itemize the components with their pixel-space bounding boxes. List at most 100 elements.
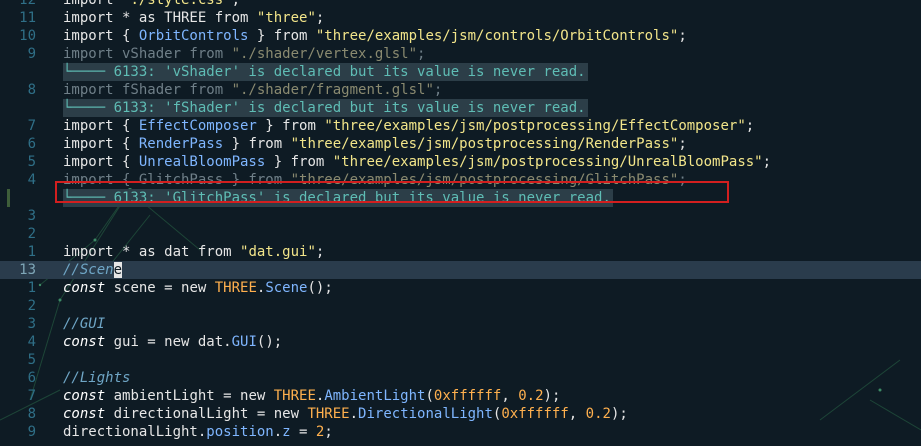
code-text: import * as THREE from "three"; xyxy=(63,9,324,27)
code-token: "./style.css" xyxy=(122,0,232,8)
line-number: 7 xyxy=(27,388,36,404)
code-token: 0.2 xyxy=(585,406,611,422)
diagnostic-line[interactable]: └──── 6133: 'fShader' is declared but it… xyxy=(0,99,921,117)
code-token: "./shader/fragment.glsl" xyxy=(231,82,434,98)
code-token: const xyxy=(63,334,106,350)
code-line[interactable]: 4 const gui = new dat.GUI(); xyxy=(0,333,921,351)
code-line[interactable]: 9 import vShader from "./shader/vertex.gl… xyxy=(0,45,921,63)
line-number: 12 xyxy=(19,0,36,8)
line-number: 3 xyxy=(27,208,36,224)
line-number: 7 xyxy=(27,118,36,134)
code-token: (); xyxy=(307,280,333,296)
code-line[interactable]: 5 xyxy=(0,351,921,369)
code-line[interactable]: 3 xyxy=(0,207,921,225)
code-token: const xyxy=(63,406,106,422)
code-token: 0.2 xyxy=(518,388,544,404)
code-token: import vShader from xyxy=(63,46,232,62)
code-token: DirectionalLight xyxy=(358,406,493,422)
code-text: import { UnrealBloomPass } from "three/e… xyxy=(63,153,771,171)
code-token: AmbientLight xyxy=(324,388,426,404)
code-line[interactable]: 5 import { UnrealBloomPass } from "three/… xyxy=(0,153,921,171)
code-token: . xyxy=(349,406,359,422)
code-token: ; xyxy=(678,136,687,152)
line-number: 4 xyxy=(27,334,36,350)
code-token: import xyxy=(63,0,123,8)
line-number: 9 xyxy=(27,46,36,62)
code-text: import { RenderPass } from "three/exampl… xyxy=(63,135,687,153)
code-token: "three/examples/jsm/postprocessing/Unrea… xyxy=(332,154,763,170)
code-line[interactable]: 6 //Lights xyxy=(0,369,921,387)
code-text: const directionalLight = new THREE.Direc… xyxy=(63,405,628,423)
code-line[interactable]: 2 xyxy=(0,297,921,315)
line-number: 1 xyxy=(27,280,36,296)
git-change-marker xyxy=(7,189,10,207)
code-line[interactable]: 8 const directionalLight = new THREE.Dire… xyxy=(0,405,921,423)
code-text: //Scene xyxy=(63,261,123,279)
code-line[interactable]: 2 xyxy=(0,225,921,243)
code-token: ; xyxy=(762,154,772,170)
code-token: ); xyxy=(543,388,561,404)
code-text: //Lights xyxy=(63,369,130,387)
code-token: import { xyxy=(63,154,139,170)
code-token: import * as dat from xyxy=(63,244,241,260)
code-token: UnrealBloomPass xyxy=(138,154,266,170)
code-token: ; xyxy=(678,28,687,44)
code-line[interactable]: 3 //GUI xyxy=(0,315,921,333)
code-token: ( xyxy=(425,388,434,404)
code-line[interactable]: 12 import "./style.css"; xyxy=(0,0,921,9)
code-line[interactable]: 7 import { EffectComposer } from "three/e… xyxy=(0,117,921,135)
code-token: import fShader from xyxy=(63,82,232,98)
code-text: directionalLight.position.z = 2; xyxy=(63,423,333,441)
code-token: gui = new dat. xyxy=(105,334,232,350)
code-token: "dat.gui" xyxy=(240,244,316,260)
line-number: 2 xyxy=(27,226,36,242)
code-token: //Lights xyxy=(63,370,131,386)
code-token: "three/examples/jsm/postprocessing/Rende… xyxy=(290,136,679,152)
line-number: 11 xyxy=(19,10,36,26)
code-text: const gui = new dat.GUI(); xyxy=(63,333,282,351)
code-token: EffectComposer xyxy=(138,118,257,134)
code-token: import * as THREE from xyxy=(63,10,257,26)
code-token: THREE xyxy=(214,280,257,296)
code-token: } from xyxy=(265,154,333,170)
code-token: ; xyxy=(324,424,333,440)
code-line[interactable]: 11 import * as THREE from "three"; xyxy=(0,9,921,27)
code-token: ambientLight = new xyxy=(105,388,274,404)
code-token: GUI xyxy=(231,334,257,350)
code-token: "three" xyxy=(256,10,316,26)
line-number: 2 xyxy=(27,298,36,314)
line-number: 10 xyxy=(19,28,36,44)
code-line[interactable]: 6 import { RenderPass } from "three/examp… xyxy=(0,135,921,153)
code-token: import { xyxy=(63,136,139,152)
code-token: directionalLight. xyxy=(63,424,207,440)
code-token: const xyxy=(63,388,106,404)
code-editor[interactable]: 12 import "./style.css"; 11 import * as THR… xyxy=(0,0,921,441)
code-token: } from xyxy=(256,118,325,134)
code-text: //GUI xyxy=(63,315,105,333)
code-line[interactable]: 9 directionalLight.position.z = 2; xyxy=(0,423,921,441)
code-token: , xyxy=(568,406,586,422)
code-token: ; xyxy=(417,46,426,62)
text-cursor: e xyxy=(113,262,123,278)
code-token: (); xyxy=(256,334,283,350)
diagnostic-line[interactable]: └──── 6133: 'vShader' is declared but it… xyxy=(0,63,921,81)
line-number: 13 xyxy=(19,262,36,278)
code-token: ; xyxy=(315,10,325,26)
code-line[interactable]: 7 const ambientLight = new THREE.AmbientL… xyxy=(0,387,921,405)
code-line[interactable]: 8 import fShader from "./shader/fragment.… xyxy=(0,81,921,99)
code-line[interactable]: 1 const scene = new THREE.Scene(); xyxy=(0,279,921,297)
code-token: ; xyxy=(745,118,755,134)
code-text: const scene = new THREE.Scene(); xyxy=(63,279,333,297)
code-line[interactable]: 10 import { OrbitControls } from "three/e… xyxy=(0,27,921,45)
line-number: 9 xyxy=(27,424,36,440)
code-token: import { xyxy=(63,28,139,44)
diagnostic-message: └──── 6133: 'vShader' is declared but it… xyxy=(63,63,588,81)
code-token: ); xyxy=(610,406,628,422)
code-line[interactable]: 1 import * as dat from "dat.gui"; xyxy=(0,243,921,261)
line-number: 8 xyxy=(27,82,36,98)
code-token: z xyxy=(282,424,291,440)
line-number: 6 xyxy=(27,370,36,386)
code-token: } from xyxy=(248,28,316,44)
code-token: . xyxy=(273,424,283,440)
current-code-line[interactable]: 13 //Scene xyxy=(0,261,921,279)
